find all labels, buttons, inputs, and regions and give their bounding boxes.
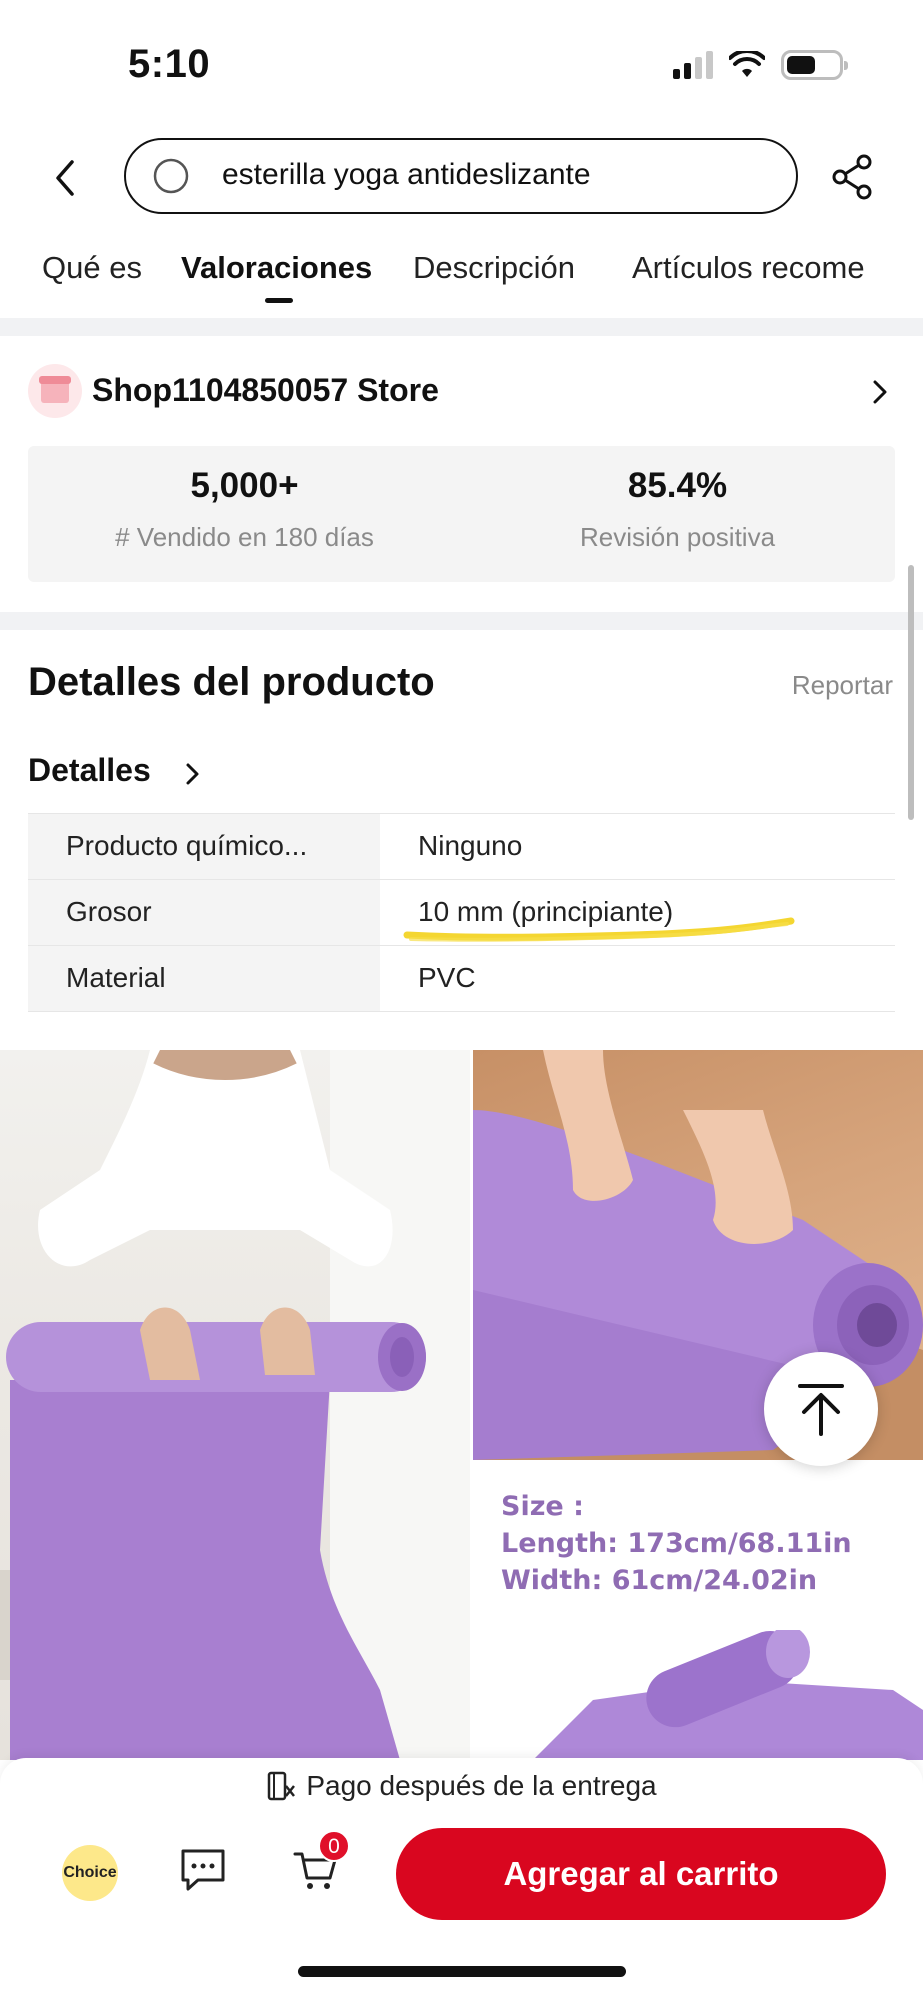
scrollbar[interactable] xyxy=(908,565,914,820)
stat-sold: 5,000+ # Vendido en 180 días xyxy=(28,466,461,553)
cart-count-badge: 0 xyxy=(318,1830,350,1862)
store-stats-card: 5,000+ # Vendido en 180 días 85.4% Revis… xyxy=(28,446,895,582)
size-info-text: Size : Length: 173cm/68.11in Width: 61cm… xyxy=(501,1488,852,1599)
product-size-info-image[interactable]: Size : Length: 173cm/68.11in Width: 61cm… xyxy=(473,1460,923,1760)
share-icon[interactable] xyxy=(828,153,876,201)
spec-value: PVC xyxy=(418,962,476,993)
product-photo-woman-rolling-mat[interactable] xyxy=(0,1050,470,1760)
choice-badge[interactable]: Choice xyxy=(62,1845,118,1901)
size-title: Size : xyxy=(501,1491,584,1522)
chevron-right-icon xyxy=(873,380,887,404)
chevron-right-icon[interactable] xyxy=(182,760,204,788)
tab-descripcion[interactable]: Descripción xyxy=(413,250,575,286)
search-query: esterilla yoga antideslizante xyxy=(222,158,591,191)
search-header: esterilla yoga antideslizante xyxy=(0,138,923,218)
tab-articulos-recomendados[interactable]: Artículos recome xyxy=(632,250,865,286)
pay-note-text: Pago después de la entrega xyxy=(306,1770,657,1801)
pay-after-delivery-note: Pago después de la entrega xyxy=(0,1770,923,1809)
scroll-to-top-button[interactable] xyxy=(764,1352,878,1466)
add-to-cart-button[interactable]: Agregar al carrito xyxy=(396,1828,886,1920)
size-width: Width: 61cm/24.02in xyxy=(501,1565,818,1596)
spec-key: Grosor xyxy=(28,880,380,945)
mat-side-illustration xyxy=(533,1630,923,1760)
stat-positive-label: Revisión positiva xyxy=(579,522,776,552)
size-length: Length: 173cm/68.11in xyxy=(501,1528,852,1559)
product-details-title: Detalles del producto xyxy=(28,660,435,704)
spec-key: Material xyxy=(28,946,380,1011)
mat-illustration xyxy=(0,1050,470,1760)
highlight-annotation xyxy=(403,917,795,942)
search-icon xyxy=(153,158,189,194)
section-divider xyxy=(0,318,923,336)
store-row[interactable]: Shop1104850057 Store xyxy=(28,362,895,422)
spec-key: Producto químico... xyxy=(28,814,380,879)
active-tab-indicator xyxy=(265,298,293,303)
chat-icon[interactable] xyxy=(178,1846,228,1894)
arrow-up-icon xyxy=(798,1384,844,1436)
receipt-icon xyxy=(268,1771,296,1801)
stat-sold-value: 5,000+ xyxy=(190,466,299,505)
report-link[interactable]: Reportar xyxy=(792,670,893,701)
back-icon[interactable] xyxy=(46,156,86,200)
store-logo-icon xyxy=(28,364,82,418)
battery-icon xyxy=(781,50,848,80)
section-divider xyxy=(0,612,923,630)
spec-row: Producto químico... Ninguno xyxy=(28,814,895,880)
tab-que-es[interactable]: Qué es xyxy=(42,250,142,286)
status-time: 5:10 xyxy=(128,42,211,86)
spec-row: Material PVC xyxy=(28,946,895,1012)
stat-sold-label: # Vendido en 180 días xyxy=(115,522,374,552)
store-name: Shop1104850057 Store xyxy=(92,372,439,408)
details-section-link[interactable]: Detalles xyxy=(28,752,151,789)
cellular-signal-icon xyxy=(673,51,713,79)
spec-table: Producto químico... Ninguno Grosor 10 mm… xyxy=(28,813,895,1012)
spec-value: Ninguno xyxy=(418,830,523,861)
section-tabs: Qué es Valoraciones Descripción Artículo… xyxy=(0,240,923,310)
bottom-action-bar: Pago después de la entrega Choice 0 Agre… xyxy=(0,1758,923,2000)
tab-valoraciones[interactable]: Valoraciones xyxy=(181,250,372,286)
stat-positive-value: 85.4% xyxy=(627,466,728,505)
stat-positive: 85.4% Revisión positiva xyxy=(461,466,894,553)
status-bar: 5:10 xyxy=(0,0,923,130)
wifi-icon xyxy=(729,51,765,77)
search-input[interactable]: esterilla yoga antideslizante xyxy=(124,138,798,214)
home-indicator[interactable] xyxy=(298,1966,626,1977)
status-icons xyxy=(673,50,848,80)
